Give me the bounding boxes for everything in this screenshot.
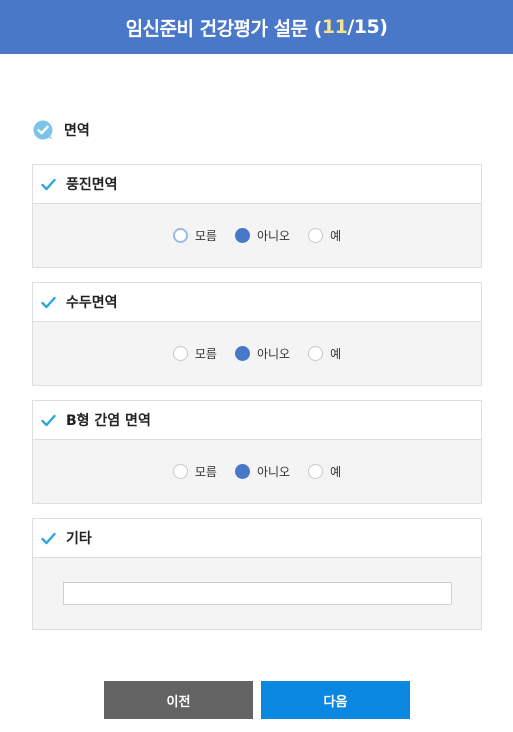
question-card-other: 기타 bbox=[32, 518, 482, 630]
section-title-text: 면역 bbox=[64, 123, 90, 139]
radio-option-unknown[interactable]: 모름 bbox=[172, 227, 217, 244]
radio-button[interactable] bbox=[308, 464, 324, 479]
check-badge-icon bbox=[33, 120, 53, 140]
radio-label: 아니오 bbox=[256, 347, 291, 361]
question-title: 풍진면역 bbox=[66, 177, 118, 193]
radio-button[interactable] bbox=[172, 346, 188, 361]
radio-option-yes[interactable]: 예 bbox=[308, 345, 341, 362]
radio-option-no[interactable]: 아니오 bbox=[234, 463, 291, 480]
question-title: 기타 bbox=[66, 531, 92, 547]
radio-option-yes[interactable]: 예 bbox=[308, 463, 341, 480]
question-card-rubella: 풍진면역 모름 아니오 예 bbox=[32, 164, 482, 268]
section-title: 면역 bbox=[32, 118, 90, 142]
radio-button-selected[interactable] bbox=[234, 464, 250, 479]
radio-option-no[interactable]: 아니오 bbox=[234, 227, 291, 244]
question-card-hepatitis-b: B형 간염 면역 모름 아니오 예 bbox=[32, 400, 482, 504]
check-icon bbox=[41, 414, 56, 426]
radio-label: 아니오 bbox=[256, 229, 291, 243]
check-icon bbox=[41, 178, 56, 190]
check-icon bbox=[41, 532, 56, 544]
question-header: B형 간염 면역 bbox=[33, 401, 481, 440]
header-title-prefix: 임신준비 건강평가 설문 ( bbox=[125, 17, 323, 40]
question-title: 수두면역 bbox=[66, 295, 118, 311]
check-icon bbox=[41, 296, 56, 308]
radio-option-yes[interactable]: 예 bbox=[308, 227, 341, 244]
question-header: 기타 bbox=[33, 519, 481, 558]
header-title-suffix: /15) bbox=[347, 16, 388, 38]
radio-option-unknown[interactable]: 모름 bbox=[172, 463, 217, 480]
next-button[interactable]: 다음 bbox=[261, 681, 410, 719]
radio-group-varicella: 모름 아니오 예 bbox=[33, 322, 481, 385]
page-header: 임신준비 건강평가 설문 (11/15) bbox=[0, 0, 513, 54]
other-body bbox=[33, 558, 481, 629]
question-title: B형 간염 면역 bbox=[66, 413, 151, 429]
radio-label: 예 bbox=[330, 347, 342, 361]
radio-option-unknown[interactable]: 모름 bbox=[172, 345, 217, 362]
radio-group-rubella: 모름 아니오 예 bbox=[33, 204, 481, 267]
question-header: 풍진면역 bbox=[33, 165, 481, 204]
radio-label: 예 bbox=[330, 465, 342, 479]
radio-label: 모름 bbox=[194, 229, 217, 243]
radio-label: 모름 bbox=[194, 465, 217, 479]
radio-button[interactable] bbox=[172, 464, 188, 479]
radio-button[interactable] bbox=[308, 228, 324, 243]
radio-label: 모름 bbox=[194, 347, 217, 361]
radio-group-hepatitis-b: 모름 아니오 예 bbox=[33, 440, 481, 503]
radio-label: 아니오 bbox=[256, 465, 291, 479]
other-text-input[interactable] bbox=[62, 582, 452, 605]
radio-button-selected[interactable] bbox=[234, 346, 250, 361]
question-card-varicella: 수두면역 모름 아니오 예 bbox=[32, 282, 482, 386]
radio-button[interactable] bbox=[172, 228, 188, 243]
radio-label: 예 bbox=[330, 229, 342, 243]
radio-button-selected[interactable] bbox=[234, 228, 250, 243]
prev-button[interactable]: 이전 bbox=[104, 681, 253, 719]
radio-option-no[interactable]: 아니오 bbox=[234, 345, 291, 362]
question-header: 수두면역 bbox=[33, 283, 481, 322]
radio-button[interactable] bbox=[308, 346, 324, 361]
header-current-page: 11 bbox=[321, 16, 348, 38]
